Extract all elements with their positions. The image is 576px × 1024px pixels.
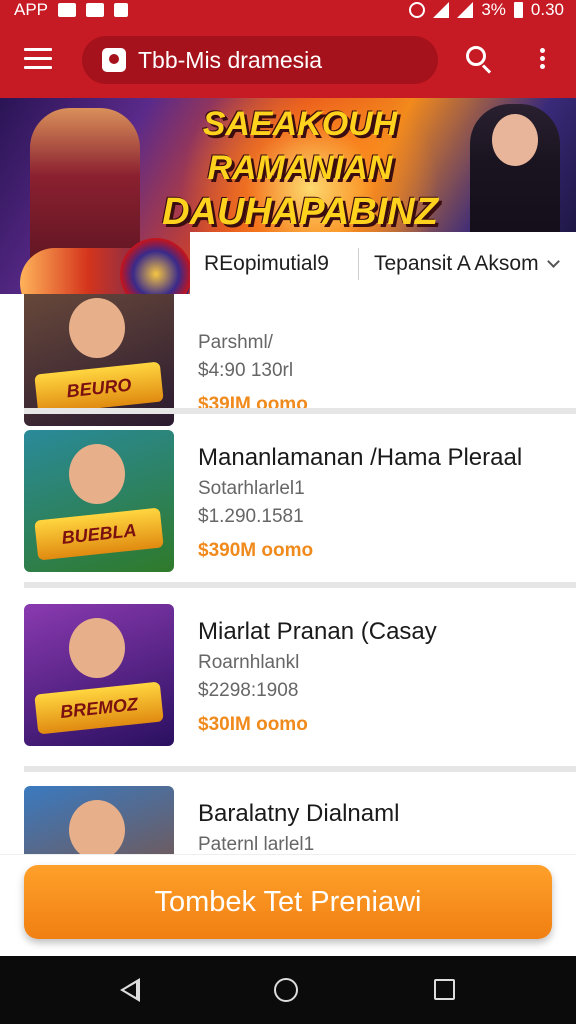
item-title: Mananlamanan /Hama Pleraal (198, 444, 523, 471)
tab-filter-label: Tepansit A Aksom (374, 252, 539, 275)
item-promo: $390M oomo (198, 540, 314, 561)
thumbnail-face (69, 618, 125, 678)
url-text: Tbb-Mis dramesia (138, 47, 323, 73)
cta-button[interactable]: Tombek Tet Preniawi (24, 865, 552, 939)
status-time: 0.30 (530, 0, 564, 19)
tab-divider (358, 248, 359, 280)
status-bar: APP 3% 0.30 (0, 0, 576, 22)
site-icon (102, 48, 126, 72)
app-bar: Tbb-Mis dramesia (0, 22, 576, 98)
battery-icon (513, 2, 523, 18)
back-icon[interactable] (120, 978, 140, 1002)
battery-percent: 3% (481, 0, 506, 19)
thumbnail-logo: BEURO (34, 361, 164, 415)
list-item[interactable]: BUEBLA Mananlamanan /Hama Pleraal Sotarh… (0, 420, 576, 592)
tab-filter-dropdown[interactable]: Tepansit A Aksom (374, 232, 560, 296)
tab-strip: REopimutial9 Tepansit A Aksom (190, 232, 576, 296)
banner-title-line1: SAEAKOUH RAMANIAN (202, 105, 398, 187)
item-subtitle: Roarnhlankl (198, 652, 300, 673)
app-icon (114, 3, 129, 17)
alarm-icon (409, 2, 426, 18)
item-subtitle: Paternl larlel1 (198, 834, 315, 854)
search-icon[interactable] (466, 46, 494, 74)
status-left: APP (14, 0, 129, 20)
recents-icon[interactable] (434, 979, 455, 1000)
item-title: Baralatny Dialnaml (198, 800, 400, 827)
thumbnail-face (69, 444, 125, 504)
thumbnail-face (69, 298, 125, 358)
mail-icon (86, 3, 105, 17)
signal-icon (457, 2, 474, 18)
cta-area: Tombek Tet Preniawi (0, 854, 576, 956)
list-item[interactable]: BREMOZ Miarlat Pranan (Casay Roarnhlankl… (0, 594, 576, 766)
list-separator (24, 408, 576, 414)
wifi-icon (433, 2, 450, 18)
item-title: Miarlat Pranan (Casay (198, 618, 437, 645)
game-thumbnail (24, 786, 174, 854)
game-thumbnail: BEURO (24, 294, 174, 426)
home-icon[interactable] (274, 978, 298, 1002)
thumbnail-logo: BREMOZ (34, 681, 164, 735)
thumbnail-face (69, 800, 125, 854)
chevron-down-icon (546, 254, 560, 268)
status-app-label: APP (14, 0, 49, 19)
list-separator (24, 582, 576, 588)
status-right: 3% 0.30 (409, 0, 564, 20)
list-item[interactable]: Baralatny Dialnaml Paternl larlel1 (0, 776, 576, 854)
list-separator (24, 766, 576, 772)
banner-title-line2: DAUHAPABINZ (162, 191, 438, 233)
game-thumbnail: BREMOZ (24, 604, 174, 746)
game-list[interactable]: BEURO Parshml/ $4:90 130rl $39IM oomo BU… (0, 294, 576, 854)
item-price: $4:90 130rl (198, 360, 294, 381)
item-subtitle: Parshml/ (198, 332, 273, 353)
tab-recommended-label: REopimutial9 (204, 252, 329, 275)
item-price: $2298:1908 (198, 680, 299, 701)
tab-recommended[interactable]: REopimutial9 (204, 232, 329, 296)
menu-icon[interactable] (24, 48, 52, 70)
address-bar[interactable]: Tbb-Mis dramesia (82, 36, 438, 84)
more-vert-icon[interactable] (536, 48, 548, 72)
item-promo: $30IM oomo (198, 714, 308, 735)
notification-icon (58, 3, 77, 17)
thumbnail-logo: BUEBLA (34, 507, 164, 561)
item-price: $1.290.1581 (198, 506, 304, 527)
game-thumbnail: BUEBLA (24, 430, 174, 572)
item-subtitle: Sotarhlarlel1 (198, 478, 305, 499)
system-nav-bar (0, 956, 576, 1024)
